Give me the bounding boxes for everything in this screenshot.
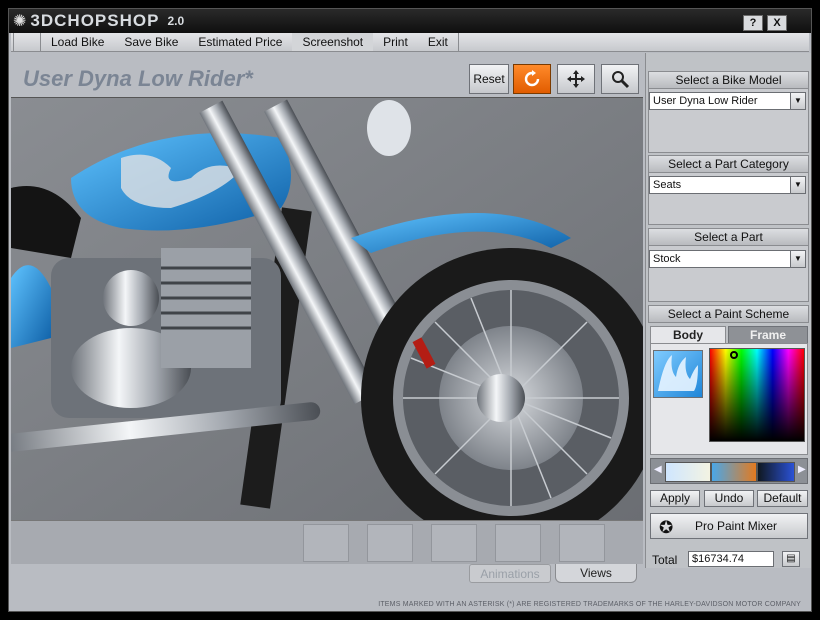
config-panel: Select a Bike Model User Dyna Low Rider … [645,53,811,568]
menu-exit[interactable]: Exit [418,33,458,51]
pro-paint-mixer-label: Pro Paint Mixer [695,519,778,533]
close-button[interactable]: X [767,15,787,31]
paint-scheme-header: Select a Paint Scheme [648,305,809,323]
chevron-left-icon[interactable]: ◀ [654,464,662,475]
menu-save-bike[interactable]: Save Bike [114,33,188,51]
tab-frame[interactable]: Frame [728,326,808,344]
paint-swatch-1[interactable] [665,462,711,482]
bike-3d-viewport[interactable] [11,97,643,520]
paint-swatch-3[interactable] [757,462,795,482]
motorcycle-render [11,98,643,520]
chevron-down-icon: ▼ [790,251,805,267]
magnifier-icon [612,71,630,89]
part-category-value: Seats [653,179,682,191]
app-brand: 3DCHOPSHOP [30,11,160,30]
chevron-right-icon[interactable]: ▶ [798,464,806,475]
move-icon [567,70,585,88]
bike-model-value: User Dyna Low Rider [653,95,758,107]
chevron-down-icon: ▼ [790,93,805,109]
app-logo: ✺ 3DCHOPSHOP 2.0 [13,11,184,31]
part-header: Select a Part [648,228,809,246]
color-picker-handle[interactable] [730,351,738,359]
menu-estimated-price[interactable]: Estimated Price [188,33,292,51]
view-thumbnail-top[interactable] [559,524,605,562]
view-thumbnail-front[interactable] [367,524,413,562]
apply-button[interactable]: Apply [650,490,700,507]
calculator-icon: ▤ [786,553,796,564]
price-details-button[interactable]: ▤ [782,551,800,567]
rotate-button[interactable] [513,64,551,94]
part-select[interactable]: Stock ▼ [649,250,806,268]
paint-picker-area [650,343,808,455]
menu-grip [13,33,41,51]
color-spectrum[interactable] [709,348,805,442]
total-label: Total [652,553,678,567]
reset-button[interactable]: Reset [469,64,509,94]
tab-animations[interactable]: Animations [469,564,551,583]
rotate-icon [524,70,540,87]
default-button[interactable]: Default [757,490,808,507]
view-thumbnail-front-wheel[interactable] [431,524,477,562]
tab-body[interactable]: Body [650,326,726,344]
total-price-field: $16734.74 [688,551,774,567]
paint-scheme-swatches: ◀ ▶ [650,458,808,484]
pan-button[interactable] [557,64,595,94]
app-version: 2.0 [167,14,185,28]
app-window: ✺ 3DCHOPSHOP 2.0 ? X Load Bike Save Bike… [8,8,812,612]
undo-button[interactable]: Undo [704,490,754,507]
gear-icon: ✺ [13,13,27,30]
title-bar: ✺ 3DCHOPSHOP 2.0 ? X [9,9,811,33]
menu-divider [457,33,462,51]
view-tabs: Animations Views [11,564,643,584]
tab-views[interactable]: Views [555,564,637,583]
help-button[interactable]: ? [743,15,763,31]
current-paint-swatch[interactable] [653,350,703,398]
menu-bar: Load Bike Save Bike Estimated Price Scre… [11,33,809,52]
bike-model-header: Select a Bike Model [648,71,809,89]
menu-print[interactable]: Print [373,33,418,51]
view-thumbnail-strip [11,520,643,564]
paint-mixer-icon: ✪ [659,518,674,537]
footer: ITEMS MARKED WITH AN ASTERISK (*) ARE RE… [11,584,809,610]
part-value: Stock [653,253,681,265]
bike-model-select[interactable]: User Dyna Low Rider ▼ [649,92,806,110]
chevron-down-icon: ▼ [790,177,805,193]
trademark-notice: ITEMS MARKED WITH AN ASTERISK (*) ARE RE… [378,601,801,608]
menu-screenshot[interactable]: Screenshot [292,33,374,51]
flame-icon [658,355,698,391]
bike-title: User Dyna Low Rider* [23,66,253,91]
part-category-select[interactable]: Seats ▼ [649,176,806,194]
paint-swatch-2[interactable] [711,462,757,482]
zoom-button[interactable] [601,64,639,94]
pro-paint-mixer-button[interactable]: ✪ Pro Paint Mixer [650,513,808,539]
part-category-header: Select a Part Category [648,155,809,173]
view-thumbnail-rear[interactable] [495,524,541,562]
menu-load-bike[interactable]: Load Bike [41,33,114,51]
view-thumbnail-side[interactable] [303,524,349,562]
